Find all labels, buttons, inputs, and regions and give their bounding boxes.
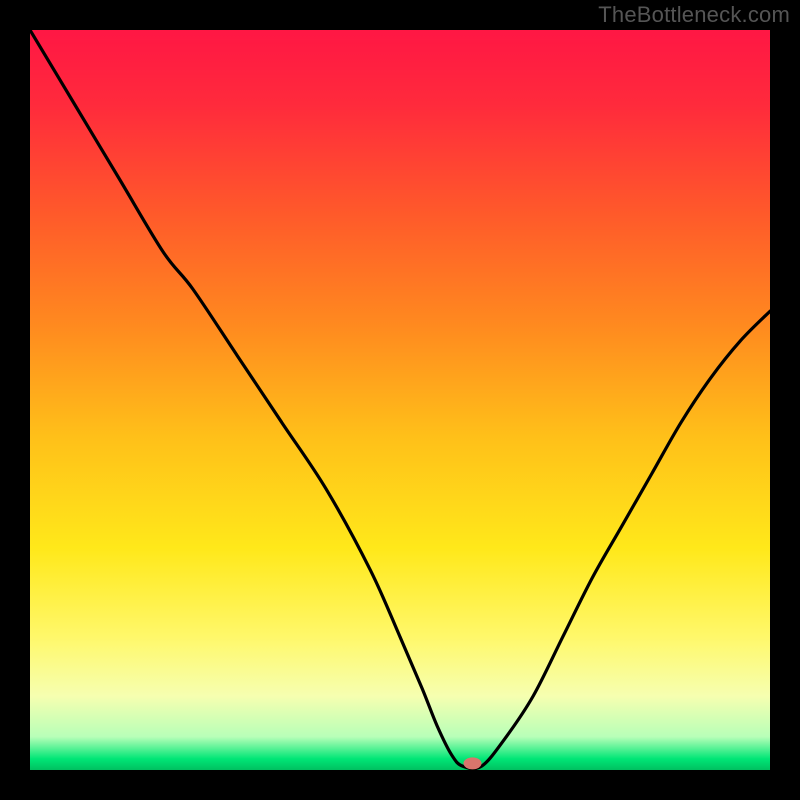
bottleneck-chart — [30, 30, 770, 770]
chart-svg — [30, 30, 770, 770]
optimum-marker — [464, 757, 482, 769]
gradient-background — [30, 30, 770, 770]
chart-outer-frame: { "watermark": "TheBottleneck.com", "cha… — [0, 0, 800, 800]
watermark-text: TheBottleneck.com — [598, 2, 790, 28]
